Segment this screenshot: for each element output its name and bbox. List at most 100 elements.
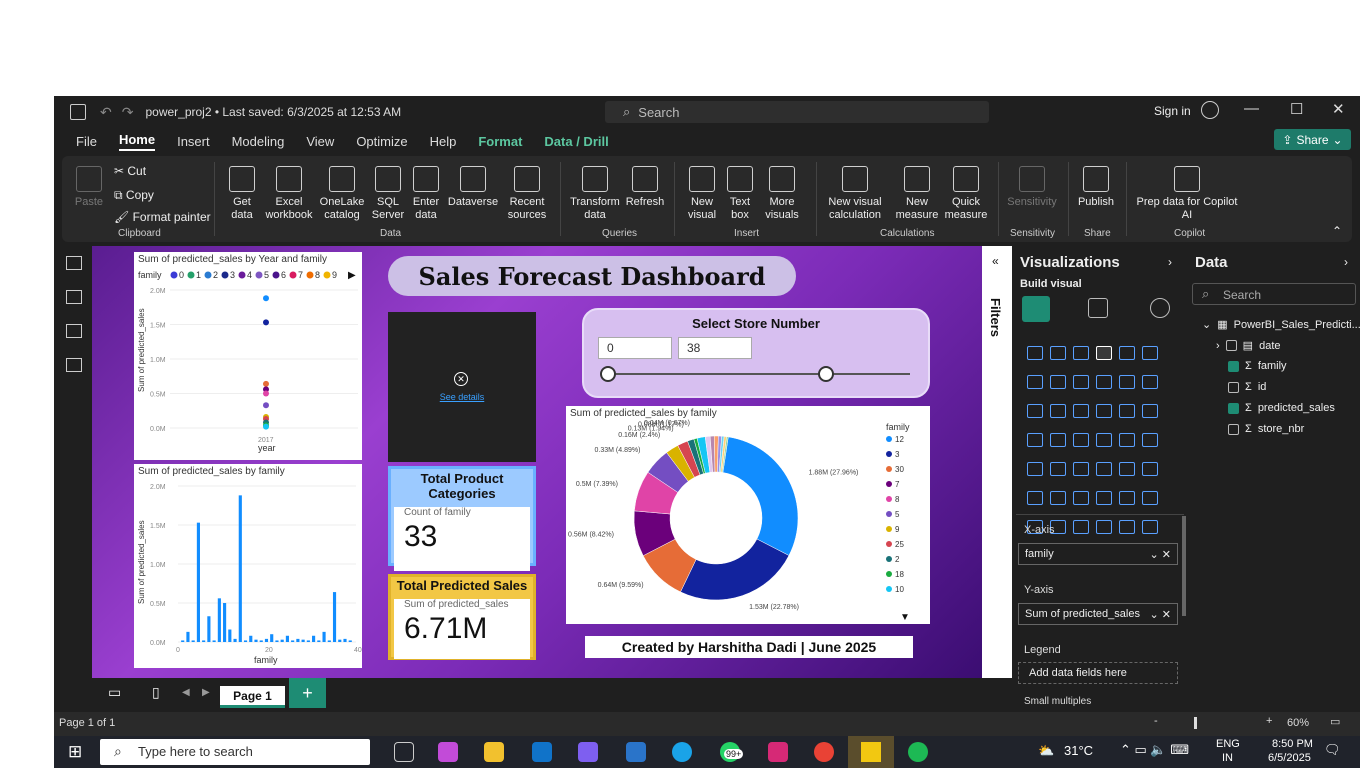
copy-button[interactable]: ⧉ Copy (114, 188, 154, 203)
menu-file[interactable]: File (76, 134, 97, 149)
save-icon[interactable] (70, 104, 86, 120)
format-visual-icon[interactable] (1088, 298, 1108, 318)
visual-type-icon[interactable] (1119, 346, 1135, 360)
visual-type-icon[interactable] (1073, 433, 1089, 447)
visual-type-icon[interactable] (1050, 462, 1066, 476)
page-tab[interactable]: Page 1 (220, 686, 285, 708)
tray-icons[interactable]: ⌃ ▭ 🔈 ⌨ (1120, 742, 1189, 758)
checkbox[interactable] (1228, 423, 1239, 435)
spotify-icon[interactable] (908, 742, 928, 762)
store-slicer[interactable]: Select Store Number 0 38 (582, 308, 930, 398)
visual-type-icon[interactable] (1050, 404, 1066, 418)
slider-min-handle[interactable] (600, 366, 616, 382)
visual-type-icon[interactable] (1142, 520, 1158, 534)
field-id[interactable]: Σid (1228, 381, 1266, 393)
visual-type-icon[interactable] (1096, 433, 1112, 447)
remove-icon[interactable]: ⌄ ✕ (1150, 608, 1172, 621)
visual-type-icon[interactable] (1027, 491, 1043, 505)
model-view-icon[interactable] (66, 324, 82, 338)
undo-icon[interactable]: ↶ (100, 104, 112, 121)
mobile-view-icon[interactable]: ▯ (152, 684, 160, 701)
field-predicted-sales[interactable]: Σpredicted_sales (1228, 402, 1335, 414)
store-icon[interactable] (626, 742, 646, 762)
recent-sources-button[interactable]: Recent sources (502, 166, 552, 222)
yaxis-well[interactable]: Sum of predicted_sales ⌄ ✕ (1018, 603, 1178, 625)
zoom-in-icon[interactable]: + (1266, 715, 1272, 727)
checkbox[interactable] (1228, 360, 1239, 372)
collapse-icon[interactable]: « (992, 254, 999, 268)
taskbar-search[interactable]: Type here to search (100, 739, 370, 765)
visual-type-icon[interactable] (1027, 346, 1043, 360)
collapse-ribbon-icon[interactable]: ⌃ (1332, 224, 1342, 238)
kpi-predicted-sales[interactable]: Total Predicted Sales Sum of predicted_s… (388, 574, 536, 660)
visual-type-icon[interactable] (1096, 520, 1112, 534)
visual-type-icon[interactable] (1050, 491, 1066, 505)
maximize-icon[interactable]: ☐ (1290, 100, 1303, 118)
menu-optimize[interactable]: Optimize (356, 134, 407, 149)
edge-icon[interactable] (672, 742, 692, 762)
visual-type-icon[interactable] (1142, 433, 1158, 447)
filters-pane[interactable]: « Filters (982, 246, 1012, 678)
menu-home[interactable]: Home (118, 132, 156, 151)
menu-view[interactable]: View (306, 134, 334, 149)
redo-icon[interactable]: ↷ (122, 104, 134, 121)
menu-help[interactable]: Help (430, 134, 457, 149)
menu-data-drill[interactable]: Data / Drill (544, 134, 608, 149)
copilot-app-icon[interactable] (438, 742, 458, 762)
donut-visual[interactable]: Sum of predicted_sales by family 1.88M (… (566, 406, 930, 624)
outlook-icon[interactable] (532, 742, 552, 762)
visual-type-icon[interactable] (1073, 491, 1089, 505)
visual-type-icon[interactable] (1073, 375, 1089, 389)
file-explorer-icon[interactable] (484, 742, 504, 762)
visual-type-icon[interactable] (1027, 433, 1043, 447)
onelake-catalog-button[interactable]: OneLake catalog (316, 166, 368, 222)
sensitivity-button[interactable]: Sensitivity (1004, 166, 1060, 209)
field-date[interactable]: › ▤ date (1216, 339, 1281, 353)
xaxis-well[interactable]: family ⌄ ✕ (1018, 543, 1178, 565)
task-view-icon[interactable] (394, 742, 414, 762)
prep-data-copilot-button[interactable]: Prep data for Copilot AI (1132, 166, 1242, 222)
m365-icon[interactable] (578, 742, 598, 762)
checkbox[interactable] (1225, 340, 1237, 351)
menu-format[interactable]: Format (478, 134, 522, 149)
format-painter-button[interactable]: 🖌 Format painter (114, 210, 211, 224)
more-visuals-button[interactable]: More visuals (758, 166, 806, 222)
store-max-input[interactable]: 38 (678, 337, 752, 359)
checkbox[interactable] (1228, 381, 1239, 393)
store-min-input[interactable]: 0 (598, 337, 672, 359)
visual-type-icon[interactable] (1073, 462, 1089, 476)
field-store-nbr[interactable]: Σstore_nbr (1228, 423, 1304, 435)
quick-measure-button[interactable]: Quick measure (942, 166, 990, 222)
visual-type-icon[interactable] (1096, 375, 1112, 389)
publish-button[interactable]: Publish (1074, 166, 1118, 209)
visual-type-icon[interactable] (1096, 346, 1112, 360)
visual-type-icon[interactable] (1050, 346, 1066, 360)
field-family[interactable]: Σfamily (1228, 360, 1287, 372)
visual-type-icon[interactable] (1073, 520, 1089, 534)
share-button[interactable]: ⇪ Share ⌄ (1274, 129, 1351, 150)
search-box[interactable]: ⌕ Search (605, 101, 989, 123)
expand-icon[interactable]: › (1168, 255, 1172, 269)
visual-type-icon[interactable] (1027, 375, 1043, 389)
enter-data-button[interactable]: Enter data (408, 166, 444, 222)
error-visual[interactable]: ✕ See details (388, 312, 536, 462)
data-search-input[interactable]: Search (1192, 283, 1356, 305)
visual-type-icon[interactable] (1142, 404, 1158, 418)
new-visual-button[interactable]: New visual (682, 166, 722, 222)
desktop-view-icon[interactable]: ▭ (108, 684, 121, 701)
notifications-icon[interactable]: 🗨 (1324, 742, 1341, 758)
checkbox[interactable] (1228, 402, 1239, 414)
visual-type-icon[interactable] (1119, 520, 1135, 534)
scatter-visual[interactable]: Sum of predicted_sales by Year and famil… (134, 252, 362, 460)
prev-page-icon[interactable]: ◀ (182, 687, 190, 698)
report-canvas[interactable]: Sum of predicted_sales by Year and famil… (92, 246, 982, 678)
visual-type-icon[interactable] (1142, 375, 1158, 389)
zoom-slider[interactable] (1194, 717, 1197, 729)
visual-type-icon[interactable] (1027, 462, 1043, 476)
dax-query-icon[interactable] (66, 358, 82, 372)
visual-type-icon[interactable] (1119, 462, 1135, 476)
instagram-icon[interactable] (768, 742, 788, 762)
close-icon[interactable]: ✕ (1332, 100, 1345, 118)
expand-icon[interactable]: › (1344, 255, 1348, 269)
new-visual-calculation-button[interactable]: New visual calculation (822, 166, 888, 222)
